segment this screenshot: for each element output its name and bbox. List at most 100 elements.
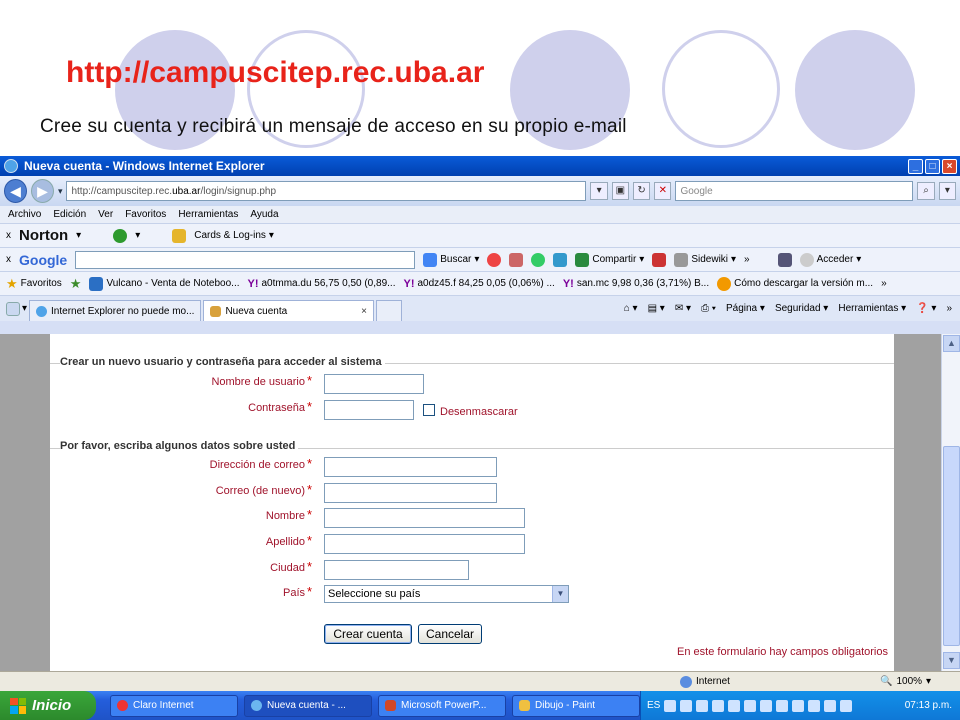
taskbar-item-claro[interactable]: Claro Internet xyxy=(110,694,238,717)
scroll-up-icon[interactable]: ▲ xyxy=(943,335,960,352)
menu-ver[interactable]: Ver xyxy=(98,209,113,220)
password-input[interactable] xyxy=(324,400,414,420)
favorite-item[interactable]: Y! san.mc 9,98 0,36 (3,71%) B... xyxy=(563,278,709,290)
menu-favoritos[interactable]: Favoritos xyxy=(125,209,166,220)
unmask-checkbox[interactable] xyxy=(423,404,435,416)
taskbar-item-paint[interactable]: Dibujo - Paint xyxy=(512,694,640,717)
help-icon[interactable]: ❓ ▾ xyxy=(916,303,936,314)
favorite-item[interactable]: Vulcano - Venta de Noteboo... xyxy=(89,276,240,291)
sidewiki-button[interactable]: Sidewiki ▾ xyxy=(674,252,736,267)
zoom-control[interactable]: 🔍 100% ▾ xyxy=(880,676,931,687)
search-input[interactable]: Google xyxy=(675,181,914,201)
tray-icon[interactable] xyxy=(664,699,677,712)
wrench-icon[interactable] xyxy=(777,252,792,267)
tray-icon[interactable] xyxy=(696,699,709,712)
scroll-thumb[interactable] xyxy=(943,446,960,646)
add-favorite-icon[interactable]: ★ xyxy=(70,276,82,292)
cancel-button[interactable]: Cancelar xyxy=(418,624,482,644)
city-input[interactable] xyxy=(324,560,469,580)
menu-ayuda[interactable]: Ayuda xyxy=(250,209,278,220)
email-input[interactable] xyxy=(324,457,497,477)
tray-icon[interactable] xyxy=(808,699,821,712)
tray-icon[interactable] xyxy=(680,699,693,712)
lastname-input[interactable] xyxy=(324,534,525,554)
new-tab-button[interactable] xyxy=(376,300,403,321)
maximize-button[interactable]: □ xyxy=(925,158,940,174)
tray-icon[interactable] xyxy=(744,699,757,712)
feeds-icon[interactable]: ▤ ▾ xyxy=(648,303,665,314)
acceder-button[interactable]: Acceder ▾ xyxy=(799,252,861,267)
tab-error-page[interactable]: Internet Explorer no puede mo... xyxy=(29,300,202,321)
tray-icon[interactable] xyxy=(712,699,725,712)
address-input[interactable]: http://campuscitep.rec. uba.ar/login/sign… xyxy=(66,181,587,201)
tray-icon[interactable] xyxy=(728,699,741,712)
favorite-item[interactable]: Y! a0tmma.du 56,75 0,50 (0,89... xyxy=(248,278,396,290)
vertical-scrollbar[interactable]: ▲ ▼ xyxy=(941,334,960,671)
tray-icon[interactable] xyxy=(824,699,837,712)
favorite-item[interactable]: Y! a0dz45.f 84,25 0,05 (0,06%) ... xyxy=(403,278,554,290)
start-button[interactable]: Inicio xyxy=(0,691,96,720)
tray-icon[interactable] xyxy=(840,699,853,712)
cards-logins-button[interactable]: Cards & Log-ins ▾ xyxy=(194,230,274,241)
tray-icon[interactable] xyxy=(776,699,789,712)
favorites-button[interactable]: ★ Favoritos xyxy=(6,276,62,292)
menu-archivo[interactable]: Archivo xyxy=(8,209,41,220)
scroll-down-icon[interactable]: ▼ xyxy=(943,652,960,669)
firstname-label: Nombre xyxy=(265,510,305,522)
norton-logo[interactable]: Norton xyxy=(19,227,68,244)
zoom-dropdown-icon[interactable]: ▾ xyxy=(926,676,931,687)
stop-icon[interactable]: ✕ xyxy=(654,182,672,200)
clock[interactable]: 07:13 p.m. xyxy=(905,700,952,711)
norton-close-button[interactable]: x xyxy=(6,230,11,241)
taskbar-item-ie[interactable]: Nueva cuenta - ... xyxy=(244,694,372,717)
popup-blocker-icon[interactable] xyxy=(652,252,667,267)
back-button[interactable]: ◀ xyxy=(4,179,27,203)
minimize-button[interactable]: _ xyxy=(908,158,923,174)
command-bar-more[interactable]: » xyxy=(946,303,952,314)
compartir-button[interactable]: Compartir ▾ xyxy=(575,252,644,267)
email-confirm-input[interactable] xyxy=(324,483,497,503)
print-icon[interactable]: ⎙ ▾ xyxy=(701,303,716,314)
translate-icon[interactable] xyxy=(531,252,546,267)
bookmark-icon[interactable] xyxy=(509,252,524,267)
search-options-icon[interactable]: ▾ xyxy=(938,182,956,200)
plus-icon[interactable] xyxy=(553,252,568,267)
check-dropdown-icon[interactable]: ▾ xyxy=(135,230,140,241)
favorite-item[interactable]: Cómo descargar la versión m... xyxy=(717,276,873,291)
compat-view-icon[interactable]: ▣ xyxy=(611,182,629,200)
forward-button[interactable]: ▶ xyxy=(30,179,54,203)
create-account-button[interactable]: Crear cuenta xyxy=(324,624,412,644)
tools-menu[interactable]: Herramientas ▾ xyxy=(838,303,906,314)
google-toolbar-input[interactable] xyxy=(75,250,416,269)
tray-icon[interactable] xyxy=(760,699,773,712)
section-heading-personal: Por favor, escriba algunos datos sobre u… xyxy=(60,440,299,452)
menu-edicion[interactable]: Edición xyxy=(53,209,86,220)
quick-tabs-icon[interactable] xyxy=(6,301,20,316)
home-icon[interactable]: ⌂ ▾ xyxy=(624,303,638,314)
buscar-button[interactable]: Buscar ▾ xyxy=(423,252,479,267)
firstname-input[interactable] xyxy=(324,508,525,528)
google-toolbar-more[interactable]: » xyxy=(744,254,750,265)
close-button[interactable]: × xyxy=(942,158,957,174)
swirl-icon[interactable] xyxy=(487,252,502,267)
search-icon[interactable]: ⌕ xyxy=(917,182,935,200)
menu-herramientas[interactable]: Herramientas xyxy=(178,209,238,220)
taskbar-item-powerpoint[interactable]: Microsoft PowerP... xyxy=(378,694,506,717)
refresh-icon[interactable]: ↻ xyxy=(632,182,651,200)
country-select[interactable]: Seleccione su país ▼ xyxy=(324,585,569,603)
tray-icon[interactable] xyxy=(792,699,805,712)
google-close-button[interactable]: x xyxy=(6,254,11,265)
history-dropdown-icon[interactable]: ▾ xyxy=(58,186,63,197)
mail-icon[interactable]: ✉ ▾ xyxy=(675,303,691,314)
check-icon[interactable] xyxy=(113,228,128,243)
page-menu[interactable]: Página ▾ xyxy=(726,303,765,314)
tab-close-icon[interactable]: × xyxy=(361,306,367,317)
address-dropdown-icon[interactable]: ▾ xyxy=(590,182,608,200)
tab-nueva-cuenta[interactable]: Nueva cuenta × xyxy=(203,300,375,321)
username-input[interactable] xyxy=(324,374,424,394)
norton-dropdown-icon[interactable]: ▾ xyxy=(76,230,81,241)
language-indicator[interactable]: ES xyxy=(647,700,660,711)
tab-list-dropdown-icon[interactable]: ▾ xyxy=(22,303,27,314)
security-menu[interactable]: Seguridad ▾ xyxy=(775,303,828,314)
favorites-more[interactable]: » xyxy=(881,278,887,289)
